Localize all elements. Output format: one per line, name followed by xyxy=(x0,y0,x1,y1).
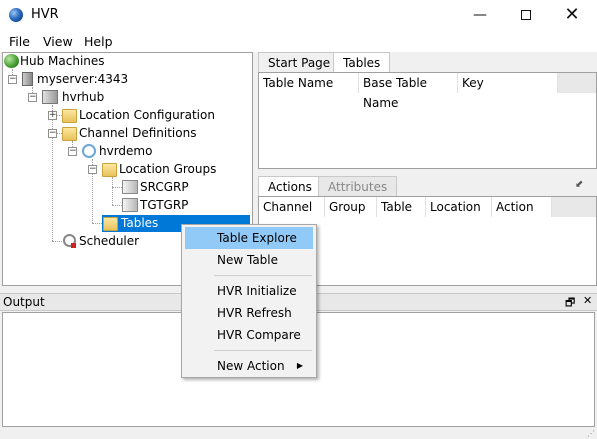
tab-actions[interactable]: Actions xyxy=(258,176,322,196)
close-button[interactable]: ✕ xyxy=(549,0,595,30)
app-globe-icon xyxy=(9,8,23,22)
menu-item-new-action[interactable]: New Action ▶ xyxy=(185,355,313,377)
tree-label: hvrdemo xyxy=(99,144,153,158)
menu-item-hvr-refresh[interactable]: HVR Refresh xyxy=(185,302,313,324)
stopped-status-icon xyxy=(71,243,76,248)
open-folder-icon xyxy=(102,163,117,177)
column-header[interactable]: Channel xyxy=(259,197,325,217)
output-title: Output xyxy=(3,295,45,309)
server-icon xyxy=(22,72,33,86)
resize-grip-icon[interactable]: ⋰ xyxy=(587,429,595,438)
column-header[interactable]: Location xyxy=(426,197,492,217)
globe-icon xyxy=(4,54,19,68)
tables-folder-icon xyxy=(103,217,118,231)
collapse-toggle[interactable]: − xyxy=(28,93,37,102)
column-header[interactable]: Base Table Name xyxy=(359,73,458,110)
column-header[interactable]: Group xyxy=(325,197,377,217)
tab-start-page[interactable]: Start Page xyxy=(258,52,341,72)
tree-label: Location Groups xyxy=(119,162,217,176)
menu-item-label: New Action xyxy=(217,359,285,373)
open-folder-icon xyxy=(62,127,77,141)
close-icon[interactable]: ✕ xyxy=(583,294,592,307)
column-header[interactable]: Action xyxy=(492,197,552,217)
column-header[interactable]: Table xyxy=(377,197,426,217)
collapse-toggle[interactable]: − xyxy=(48,129,57,138)
menu-help[interactable]: Help xyxy=(84,34,113,49)
channel-icon xyxy=(82,144,96,158)
menu-file[interactable]: File xyxy=(9,34,30,49)
pin-icon[interactable]: ⬋ xyxy=(575,179,583,190)
menu-item-new-table[interactable]: New Table xyxy=(185,249,313,271)
tree-label: SRCGRP xyxy=(140,180,189,194)
minimize-button[interactable]: — xyxy=(457,0,503,30)
hub-database-icon xyxy=(42,90,58,104)
location-group-icon xyxy=(122,198,138,212)
tree-label: Scheduler xyxy=(79,234,140,248)
restore-icon[interactable]: 🗗 xyxy=(565,294,575,313)
submenu-arrow-icon: ▶ xyxy=(296,361,303,370)
tab-attributes[interactable]: Attributes xyxy=(318,176,398,196)
maximize-icon xyxy=(521,10,531,20)
tree-label: Tables xyxy=(121,216,159,230)
title-bar: HVR — ✕ xyxy=(0,0,597,30)
actions-tabbar: Actions Attributes ⬋ xyxy=(258,176,597,196)
tab-tables[interactable]: Tables xyxy=(333,52,391,72)
menu-item-table-explore[interactable]: Table Explore xyxy=(185,227,313,249)
tree-label: Hub Machines xyxy=(20,54,105,68)
menu-bar: File View Help xyxy=(0,30,597,52)
menu-item-hvr-compare[interactable]: HVR Compare xyxy=(185,324,313,346)
tree-label: Channel Definitions xyxy=(79,126,197,140)
folder-icon xyxy=(62,109,77,123)
status-bar: ⋰ xyxy=(0,428,597,439)
column-header[interactable]: Table Name xyxy=(259,73,359,93)
window-title: HVR xyxy=(31,7,59,22)
tables-grid-header: Table Name Base Table Name Key xyxy=(259,73,596,110)
location-group-icon xyxy=(122,180,138,194)
collapse-toggle[interactable]: − xyxy=(88,165,97,174)
menu-separator xyxy=(214,350,312,351)
tree-label: myserver:4343 xyxy=(37,72,129,86)
tables-grid: Table Name Base Table Name Key xyxy=(258,72,597,169)
tree-label: TGTGRP xyxy=(140,198,189,212)
column-header[interactable]: Key xyxy=(458,73,558,93)
actions-grid-header: Channel Group Table Location Action xyxy=(259,197,596,217)
context-menu: Table Explore New Table HVR Initialize H… xyxy=(181,224,317,378)
maximize-button[interactable] xyxy=(503,0,549,30)
tree-label: hvrhub xyxy=(62,90,105,104)
collapse-toggle[interactable]: − xyxy=(68,147,77,156)
main-tabbar: Start Page Tables xyxy=(258,52,597,72)
tree-label: Location Configuration xyxy=(79,108,215,122)
menu-item-hvr-initialize[interactable]: HVR Initialize xyxy=(185,280,313,302)
menu-separator xyxy=(214,275,312,276)
collapse-toggle[interactable]: − xyxy=(8,75,17,84)
menu-view[interactable]: View xyxy=(43,34,73,49)
expand-toggle[interactable]: + xyxy=(48,111,57,120)
